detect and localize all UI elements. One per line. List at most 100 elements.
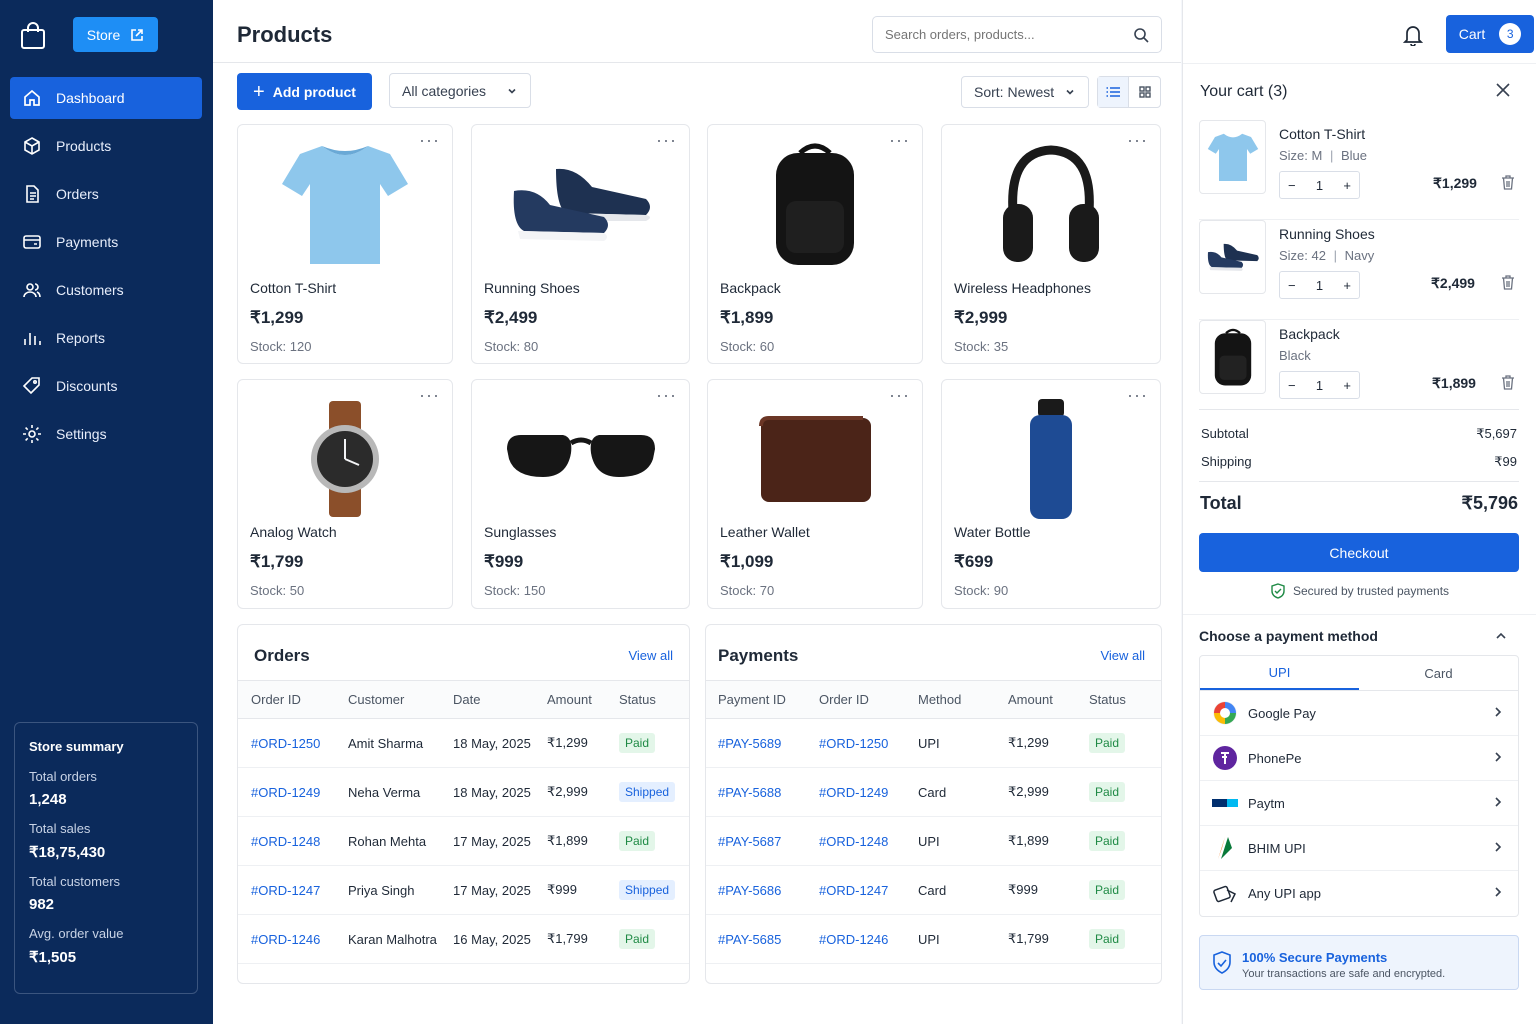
sidebar-item-discounts[interactable]: Discounts [10,365,202,407]
payment-option-paytm[interactable]: Paytm [1200,781,1518,826]
product-card[interactable]: ··· Analog Watch ₹1,799 Stock: 50 [237,379,453,609]
product-card[interactable]: ··· Sunglasses ₹999 Stock: 150 [471,379,690,609]
tab-upi[interactable]: UPI [1200,656,1359,690]
shopping-bag-icon[interactable] [18,20,48,52]
column-header[interactable]: Status [606,680,689,719]
increase-qty-button[interactable]: + [1343,178,1351,193]
product-name: Wireless Headphones [954,280,1091,296]
cart-item-image-backpack [1199,320,1266,394]
sidebar-item-dashboard[interactable]: Dashboard [10,77,202,119]
payment-id-link[interactable]: #PAY-5686 [706,865,807,915]
payment-id-link[interactable]: #PAY-5687 [706,816,807,866]
column-header[interactable]: Method [906,680,996,719]
product-stock: Stock: 50 [250,583,305,598]
notifications-button[interactable] [1402,24,1424,49]
search-input[interactable] [885,27,1125,42]
payment-id-link[interactable]: #PAY-5688 [706,767,807,817]
cart-item-color: Blue [1340,148,1368,163]
product-card[interactable]: ··· Cotton T-Shirt ₹1,299 Stock: 120 [237,124,453,364]
table-row[interactable]: #PAY-5689 #ORD-1250 UPI ₹1,299 Paid [706,718,1161,768]
sidebar-item-label: Products [56,138,112,154]
remove-item-button[interactable] [1501,275,1515,293]
sidebar-item-products[interactable]: Products [10,125,202,167]
grid-view-button[interactable] [1129,77,1160,107]
decrease-qty-button[interactable]: − [1288,278,1296,293]
column-header[interactable]: Order ID [238,680,335,719]
column-header[interactable]: Payment ID [706,680,807,719]
order-id-link[interactable]: #ORD-1246 [807,914,906,964]
category-dropdown[interactable]: All categories [389,73,531,108]
product-price: ₹1,899 [720,308,774,327]
table-row[interactable]: #ORD-1248 Rohan Mehta 17 May, 2025 ₹1,89… [238,816,689,866]
store-button[interactable]: Store [73,17,158,52]
column-header[interactable]: Amount [534,680,606,719]
payment-option-google-pay[interactable]: Google Pay [1200,691,1518,736]
product-stock: Stock: 70 [720,583,775,598]
order-id-link[interactable]: #ORD-1247 [807,865,906,915]
search-box[interactable] [872,16,1162,53]
table-row[interactable]: #PAY-5685 #ORD-1246 UPI ₹1,799 Paid [706,914,1161,964]
close-cart-button[interactable] [1495,82,1511,101]
product-name: Analog Watch [250,524,337,540]
list-view-button[interactable] [1098,77,1130,107]
table-row[interactable]: #ORD-1249 Neha Verma 18 May, 2025 ₹2,999… [238,767,689,817]
increase-qty-button[interactable]: + [1343,378,1351,393]
product-card[interactable]: ··· Wireless Headphones ₹2,999 Stock: 35 [941,124,1161,364]
order-id-link[interactable]: #ORD-1247 [238,865,335,915]
cart-button[interactable]: Cart 3 [1446,15,1534,53]
decrease-qty-button[interactable]: − [1288,178,1296,193]
table-row[interactable]: #PAY-5688 #ORD-1249 Card ₹2,999 Paid [706,767,1161,817]
page-title: Products [237,22,333,47]
product-card[interactable]: ··· Backpack ₹1,899 Stock: 60 [707,124,923,364]
remove-item-button[interactable] [1501,175,1515,193]
increase-qty-button[interactable]: + [1343,278,1351,293]
payment-option-phonepe[interactable]: PhonePe [1200,736,1518,781]
order-id-link[interactable]: #ORD-1249 [807,767,906,817]
table-row[interactable]: #ORD-1250 Amit Sharma 18 May, 2025 ₹1,29… [238,718,689,768]
order-id-link[interactable]: #ORD-1250 [807,718,906,768]
order-id-link[interactable]: #ORD-1248 [238,816,335,866]
collapse-payment-button[interactable] [1494,629,1508,646]
payment-option-any-upi-app[interactable]: Any UPI app [1200,871,1518,916]
column-header[interactable]: Order ID [807,680,906,719]
add-product-button[interactable]: + Add product [237,73,372,110]
payments-view-all-link[interactable]: View all [1100,648,1145,663]
order-id-link[interactable]: #ORD-1249 [238,767,335,817]
product-card[interactable]: ··· Running Shoes ₹2,499 Stock: 80 [471,124,690,364]
column-header[interactable]: Customer [335,680,440,719]
status-cell: Paid [1077,865,1161,915]
checkout-button[interactable]: Checkout [1199,533,1519,572]
remove-item-button[interactable] [1501,375,1515,393]
product-card[interactable]: ··· Water Bottle ₹699 Stock: 90 [941,379,1161,609]
payment-id-link[interactable]: #PAY-5685 [706,914,807,964]
sidebar-item-reports[interactable]: Reports [10,317,202,359]
column-header[interactable]: Status [1077,680,1161,719]
column-header[interactable]: Amount [996,680,1077,719]
product-name: Backpack [720,280,781,296]
payment-option-label: BHIM UPI [1248,840,1306,856]
tab-card[interactable]: Card [1359,656,1518,690]
payment-id-link[interactable]: #PAY-5689 [706,718,807,768]
status-cell: Paid [1077,914,1161,964]
orders-view-all-link[interactable]: View all [628,648,673,663]
chevron-down-icon [508,88,516,94]
table-row[interactable]: #PAY-5687 #ORD-1248 UPI ₹1,899 Paid [706,816,1161,866]
table-row[interactable]: #PAY-5686 #ORD-1247 Card ₹999 Paid [706,865,1161,915]
order-id-link[interactable]: #ORD-1250 [238,718,335,768]
payment-method: Card [906,767,996,817]
order-id-link[interactable]: #ORD-1248 [807,816,906,866]
sidebar-item-orders[interactable]: Orders [10,173,202,215]
sidebar-item-customers[interactable]: Customers [10,269,202,311]
sidebar-item-settings[interactable]: Settings [10,413,202,455]
table-row[interactable]: #ORD-1246 Karan Malhotra 16 May, 2025 ₹1… [238,914,689,964]
column-header[interactable]: Date [440,680,534,719]
search-icon[interactable] [1133,27,1149,43]
decrease-qty-button[interactable]: − [1288,378,1296,393]
product-card[interactable]: ··· Leather Wallet ₹1,099 Stock: 70 [707,379,923,609]
cube-icon [24,137,40,155]
payment-option-bhim-upi[interactable]: BHIM UPI [1200,826,1518,871]
order-id-link[interactable]: #ORD-1246 [238,914,335,964]
sort-dropdown[interactable]: Sort: Newest [961,76,1089,108]
sidebar-item-payments[interactable]: Payments [10,221,202,263]
table-row[interactable]: #ORD-1247 Priya Singh 17 May, 2025 ₹999 … [238,865,689,915]
